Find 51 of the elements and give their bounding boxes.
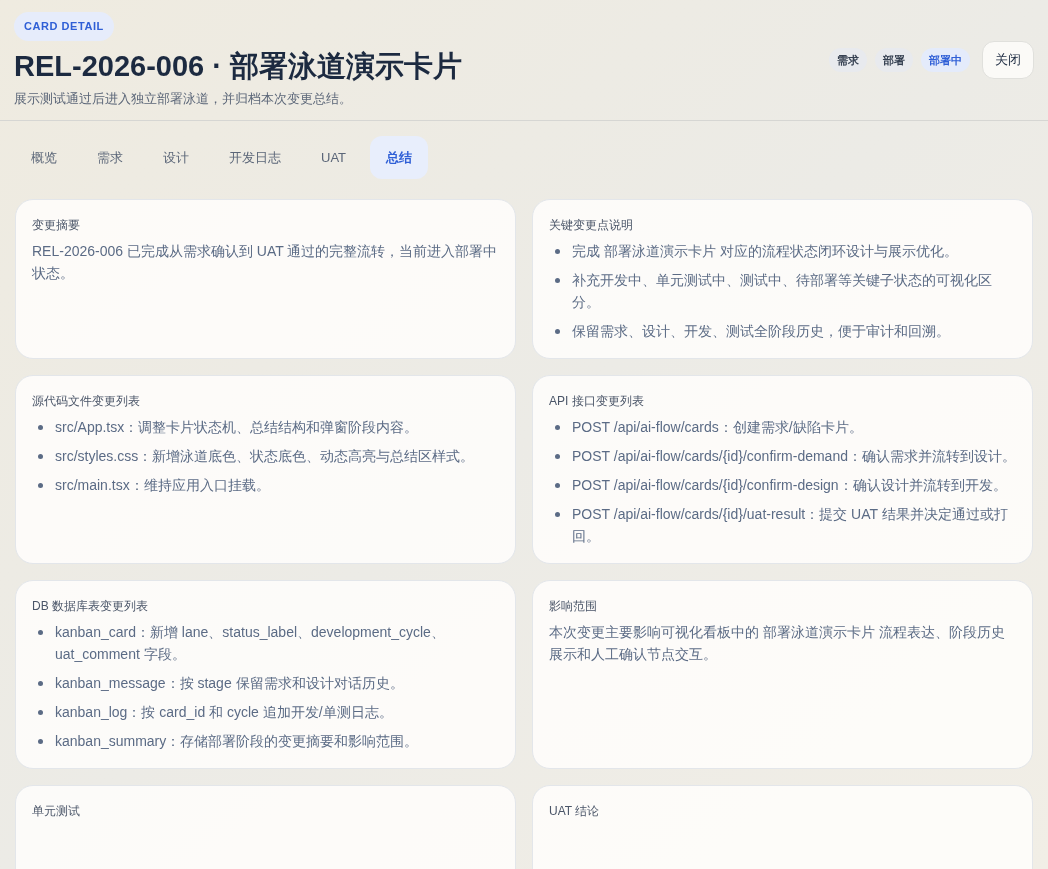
close-button[interactable]: 关闭 [982, 41, 1034, 79]
list-item: POST /api/ai-flow/cards/{id}/confirm-demand：确认需求并流转到设计。 [572, 447, 1016, 466]
card-title: 关键变更点说明 [549, 217, 634, 234]
card-title: 变更摘要 [32, 217, 81, 234]
tab[interactable]: UAT [305, 136, 363, 179]
list-item: kanban_card：新增 lane、status_label、development_cycle、uat_comment 字段。 [55, 623, 446, 664]
tab[interactable]: 需求 [81, 136, 139, 179]
status-tag: 需求 [829, 47, 867, 73]
tab[interactable]: 总结 [370, 136, 429, 179]
bullet-icon [38, 739, 43, 744]
list-item: 完成 部署泳道演示卡片 对应的流程状态闭环设计与展示优化。 [572, 242, 958, 261]
bullet-icon [555, 425, 560, 430]
status-tag: 部署中 [921, 47, 970, 73]
list-item: 保留需求、设计、开发、测试全阶段历史，便于审计和回溯。 [572, 322, 950, 341]
tab[interactable]: 开发日志 [213, 136, 297, 179]
card-title: 影响范围 [549, 598, 598, 615]
card-title: DB 数据库表变更列表 [32, 598, 149, 615]
tab[interactable]: 概览 [15, 136, 73, 179]
tab[interactable]: 设计 [147, 136, 205, 179]
eyebrow-badge: CARD DETAIL [14, 12, 114, 41]
status-tag: 部署 [875, 47, 913, 73]
card-text: REL-2026-006 已完成从需求确认到 UAT 通过的完整流转，当前进入部署中状态。 [32, 242, 499, 283]
card-title-heading: REL-2026-006 · 部署泳道演示卡片 [14, 48, 462, 84]
bullet-icon [555, 278, 560, 283]
card-title: UAT 结论 [549, 803, 601, 820]
subtitle: 展示测试通过后进入独立部署泳道，并归档本次变更总结。 [14, 89, 352, 108]
card-title: 单元测试 [32, 803, 81, 820]
bullet-icon [38, 425, 43, 430]
list-item: POST /api/ai-flow/cards/{id}/uat-result：提交 UAT 结果并决定通过或打回。 [572, 505, 1009, 546]
bullet-icon [38, 681, 43, 686]
bullet-icon [38, 454, 43, 459]
list-item: kanban_summary：存储部署阶段的变更摘要和影响范围。 [55, 732, 419, 751]
list-item: POST /api/ai-flow/cards/{id}/confirm-design：确认设计并流转到开发。 [572, 476, 1007, 495]
bullet-icon [38, 710, 43, 715]
bullet-icon [38, 630, 43, 635]
list-item: kanban_log：按 card_id 和 cycle 追加开发/单测日志。 [55, 703, 393, 722]
list-item: kanban_message：按 stage 保留需求和设计对话历史。 [55, 674, 404, 693]
list-item: src/styles.css：新增泳道底色、状态底色、动态高亮与总结区样式。 [55, 447, 475, 466]
card-title: API 接口变更列表 [549, 393, 645, 410]
list-item: 补充开发中、单元测试中、测试中、待部署等关键子状态的可视化区分。 [572, 271, 993, 312]
list-item: POST /api/ai-flow/cards：创建需求/缺陷卡片。 [572, 418, 863, 437]
bullet-icon [555, 454, 560, 459]
bullet-icon [555, 483, 560, 488]
card-text: 本次变更主要影响可视化看板中的 部署泳道演示卡片 流程表达、阶段历史展示和人工确认节点交互。 [549, 623, 1006, 664]
list-item: src/main.tsx：维持应用入口挂载。 [55, 476, 270, 495]
bullet-icon [555, 512, 560, 517]
bullet-icon [38, 483, 43, 488]
bullet-icon [555, 249, 560, 254]
card-title: 源代码文件变更列表 [32, 393, 141, 410]
list-item: src/App.tsx：调整卡片状态机、总结结构和弹窗阶段内容。 [55, 418, 419, 437]
bullet-icon [555, 329, 560, 334]
